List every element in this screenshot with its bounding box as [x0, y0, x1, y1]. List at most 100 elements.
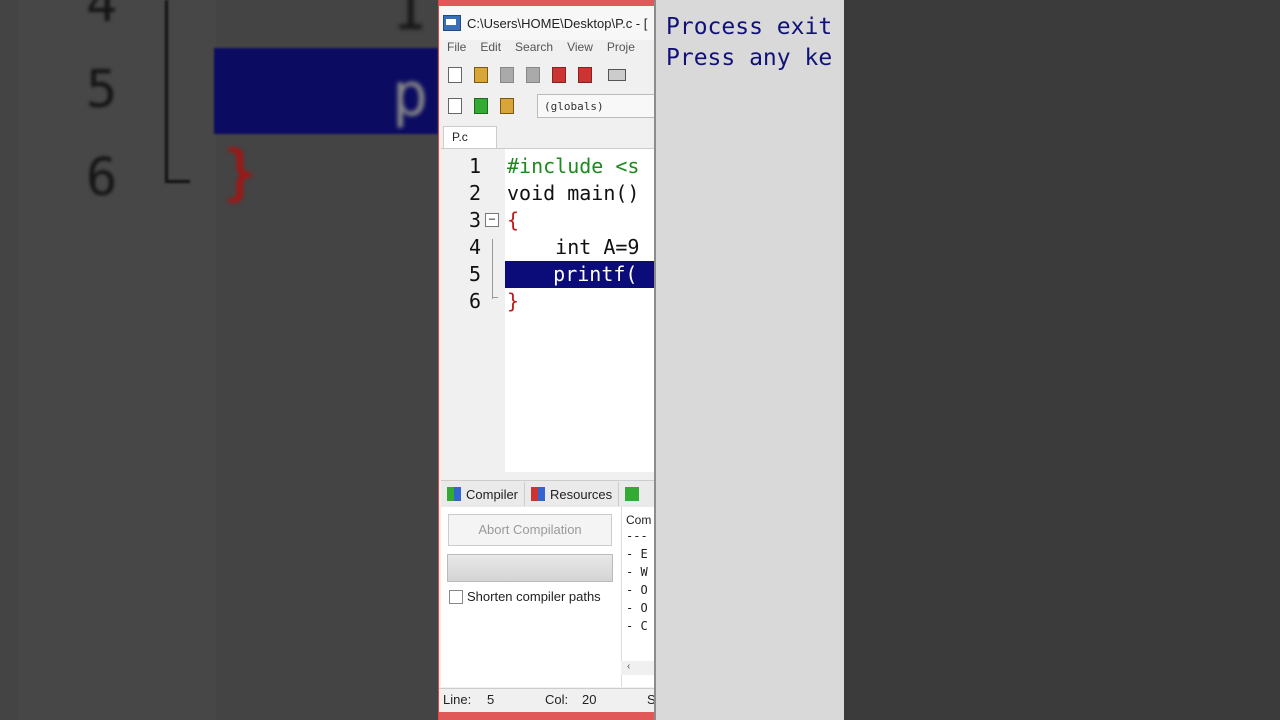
bookmark-icon	[500, 98, 514, 114]
menu-bar: File Edit Search View Proje	[439, 40, 655, 58]
fold-collapse-icon[interactable]: −	[485, 213, 499, 227]
globals-dropdown[interactable]: (globals)	[537, 94, 655, 118]
save-button[interactable]	[497, 66, 517, 84]
background-line-number: 5	[86, 60, 118, 120]
code-line-highlighted: 5 printf(	[441, 261, 655, 288]
compile-output[interactable]: Com --- - E - W - O - O - C	[621, 507, 655, 687]
shorten-paths-row: Shorten compiler paths	[449, 589, 601, 604]
close-all-icon	[578, 67, 592, 83]
line-number: 1	[468, 154, 481, 178]
console-window[interactable]: Process exit Press any ke	[654, 0, 844, 720]
output-header: Com	[626, 513, 652, 527]
code-editor[interactable]: 1 #include <s 2 void main() 3 − { 4 int …	[441, 149, 655, 472]
output-line: - W	[626, 565, 648, 579]
code-text: }	[507, 289, 520, 313]
status-line-label: Line:	[443, 692, 472, 707]
output-line: - C	[626, 619, 648, 633]
open-button[interactable]	[471, 66, 491, 84]
close-button[interactable]	[549, 66, 569, 84]
project-icon	[448, 98, 462, 114]
menu-edit[interactable]: Edit	[473, 40, 508, 58]
compiler-panel: Abort Compilation Shorten compiler paths…	[441, 507, 655, 687]
code-text: #include <s	[507, 154, 640, 178]
status-col-value: 20	[582, 692, 597, 707]
bookmark-button[interactable]	[497, 97, 517, 115]
output-line: - O	[626, 601, 648, 615]
shorten-paths-label: Shorten compiler paths	[467, 589, 601, 604]
tab-compiler-label: Compiler	[466, 486, 519, 502]
tab-p-c[interactable]: P.c	[443, 126, 497, 148]
compile-progress-bar	[447, 554, 613, 582]
close-all-button[interactable]	[575, 66, 595, 84]
code-line: 4 int A=9	[441, 234, 655, 261]
code-text: {	[507, 208, 520, 232]
tab-resources[interactable]: Resources	[525, 482, 620, 506]
secondary-toolbar: (globals)	[439, 93, 655, 119]
tab-compiler[interactable]: Compiler	[441, 482, 526, 506]
background-code: p	[392, 60, 429, 130]
app-icon	[443, 15, 461, 31]
background-line-number: 4	[86, 0, 118, 34]
fold-guide-end	[492, 297, 498, 298]
menu-search[interactable]: Search	[508, 40, 560, 58]
line-number: 6	[468, 289, 481, 313]
code-line: 1 #include <s	[441, 153, 655, 180]
code-text: void main()	[507, 181, 640, 205]
print-icon	[608, 69, 626, 81]
console-line: Process exit	[666, 14, 833, 40]
new-file-icon	[448, 67, 462, 83]
editor-tab-bar: P.c	[441, 124, 655, 149]
save-icon	[500, 67, 514, 83]
output-line: - O	[626, 583, 648, 597]
console-line: Press any ke	[666, 45, 833, 71]
shorten-paths-checkbox[interactable]	[449, 589, 463, 604]
bottom-tab-bar: Compiler Resources	[441, 480, 655, 507]
abort-compilation-button[interactable]: Abort Compilation	[448, 514, 612, 546]
background-code: 1	[392, 0, 426, 43]
scroll-left-icon[interactable]: ‹	[621, 661, 630, 672]
code-text: int A=9	[507, 235, 640, 259]
code-line: 6 }	[441, 288, 655, 315]
code-line: 2 void main()	[441, 180, 655, 207]
line-number: 5	[468, 262, 481, 286]
compiler-icon	[447, 487, 461, 501]
menu-file[interactable]: File	[439, 40, 473, 58]
horizontal-scrollbar[interactable]: ‹	[621, 661, 655, 675]
add-icon	[474, 98, 488, 114]
save-all-icon	[526, 67, 540, 83]
output-line: ---	[626, 529, 648, 543]
title-bar[interactable]: C:\Users\HOME\Desktop\P.c - [	[439, 6, 655, 40]
new-file-button[interactable]	[445, 66, 465, 84]
fold-guide	[492, 239, 493, 299]
background-fold-marker	[165, 0, 190, 183]
save-all-button[interactable]	[523, 66, 543, 84]
menu-view[interactable]: View	[560, 40, 600, 58]
open-icon	[474, 67, 488, 83]
compiler-controls: Abort Compilation Shorten compiler paths	[441, 507, 619, 687]
code-text: printf(	[505, 261, 655, 288]
close-icon	[552, 67, 566, 83]
ide-window: C:\Users\HOME\Desktop\P.c - [ File Edit …	[438, 0, 655, 720]
tab-resources-label: Resources	[550, 486, 613, 502]
status-col-label: Col:	[545, 692, 569, 707]
output-line: - E	[626, 547, 648, 561]
project-button[interactable]	[445, 97, 465, 115]
background-line-number: 6	[86, 148, 118, 208]
print-button[interactable]	[607, 66, 627, 84]
background-brace: }	[222, 138, 259, 208]
status-bar: Line: 5 Col: 20 S	[439, 688, 655, 711]
line-number: 2	[468, 181, 481, 205]
resources-icon	[531, 487, 546, 501]
status-line-value: 5	[487, 692, 495, 707]
line-number: 3	[468, 208, 481, 232]
line-number: 4	[468, 235, 481, 259]
window-title: C:\Users\HOME\Desktop\P.c - [	[467, 15, 648, 31]
menu-project[interactable]: Proje	[600, 40, 642, 58]
chart-icon	[625, 487, 640, 501]
background-right	[842, 0, 1280, 720]
background-left: 4 5 6 1 p }	[0, 0, 438, 720]
window-border	[439, 712, 655, 720]
add-button[interactable]	[471, 97, 491, 115]
code-line: 3 − {	[441, 207, 655, 234]
tab-compile-log[interactable]	[619, 482, 650, 506]
